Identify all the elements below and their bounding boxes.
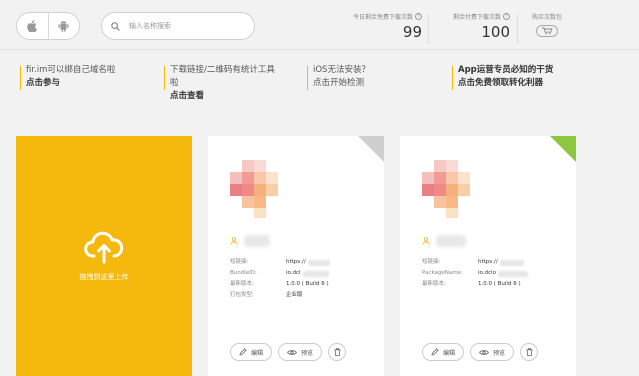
upload-label: 拖拽到这里上传	[79, 273, 129, 281]
pencil-icon	[239, 348, 247, 356]
promo-ops-tips[interactable]: App运营专员必知的干货 点击免费领取转化利器	[452, 64, 608, 90]
info-row: 最新版本: 1.0.0 ( Build 6 )	[422, 279, 528, 290]
preview-button[interactable]: 预览	[470, 343, 515, 361]
delete-button[interactable]	[520, 343, 539, 361]
owner-row	[422, 235, 466, 247]
paid-downloads-label: 剩余付费下载次数	[452, 14, 501, 21]
header-divider	[0, 49, 639, 50]
upload-dropzone[interactable]: 拖拽到这里上传	[16, 136, 192, 376]
eye-icon	[479, 349, 489, 355]
free-downloads-value: 99	[402, 23, 422, 41]
info-key: 短链接:	[230, 259, 249, 265]
user-icon	[230, 237, 238, 245]
edit-button[interactable]: 编辑	[230, 343, 273, 361]
delete-button[interactable]	[328, 343, 347, 361]
eye-icon	[287, 349, 297, 355]
promo-link-stats[interactable]: 下载链接/二维码有统计工具啦 点击查看	[164, 64, 282, 103]
info-row: 最新版本: 1.0.0 ( Build 6 )	[230, 279, 330, 290]
stat-divider	[517, 14, 518, 44]
owner-row	[230, 235, 270, 247]
info-row: PackageName: io.dclo	[422, 268, 528, 279]
latest-version: 1.0.0 ( Build 6 )	[286, 281, 329, 287]
search-icon	[111, 21, 120, 31]
android-filter-button[interactable]	[47, 13, 80, 39]
info-row: 短链接: https://	[422, 257, 528, 268]
info-row: BundleID: io.dcl	[230, 268, 330, 279]
free-downloads-stat: 今日剩余免费下载次数 ? 99	[340, 12, 422, 41]
trash-icon	[334, 348, 341, 356]
ios-filter-button[interactable]	[17, 13, 48, 39]
short-link[interactable]: https://	[286, 257, 306, 268]
help-icon[interactable]: ?	[415, 13, 422, 20]
buy-pack-label: 购买次数包	[531, 14, 562, 21]
bundle-id: io.dcl	[286, 270, 301, 276]
free-downloads-label: 今日剩余免费下载次数	[352, 14, 413, 21]
cloud-upload-icon	[84, 231, 124, 264]
app-info: 短链接: https:// PackageName: io.dclo 最新版本:…	[422, 257, 528, 290]
info-key: BundleID:	[230, 270, 257, 276]
owner-name	[436, 235, 466, 247]
app-card[interactable]: 短链接: https:// BundleID: io.dcl 最新版本: 1.0…	[208, 136, 384, 376]
platform-toggle	[16, 12, 80, 40]
user-icon	[422, 237, 430, 245]
app-icon[interactable]	[230, 160, 290, 220]
owner-name	[244, 235, 270, 247]
help-icon[interactable]: ?	[503, 13, 510, 20]
stat-divider	[428, 14, 429, 44]
info-key: 最新版本:	[230, 281, 254, 287]
apple-icon	[27, 20, 38, 32]
platform-corner	[358, 136, 384, 162]
android-icon	[58, 21, 69, 32]
info-key: 短链接:	[422, 259, 441, 265]
info-key: 最新版本:	[422, 281, 446, 287]
latest-version: 1.0.0 ( Build 6 )	[478, 281, 521, 287]
app-icon[interactable]	[422, 160, 482, 220]
info-key: 打包类型:	[230, 292, 254, 298]
short-link[interactable]: https://	[478, 257, 498, 268]
pencil-icon	[431, 348, 439, 356]
card-actions: 编辑 预览	[422, 343, 539, 361]
search-input[interactable]	[129, 22, 244, 30]
package-type: 企业版	[286, 292, 303, 298]
info-row: 短链接: https://	[230, 257, 330, 268]
promo-custom-domain[interactable]: fir.im可以绑自己域名啦 点击参与	[20, 64, 146, 90]
package-name: io.dclo	[478, 270, 496, 276]
paid-downloads-value: 100	[481, 23, 510, 41]
buy-pack[interactable]: 购买次数包	[528, 12, 566, 37]
card-actions: 编辑 预览	[230, 343, 347, 361]
search-box[interactable]	[101, 12, 255, 40]
platform-corner	[550, 136, 576, 162]
paid-downloads-stat: 剩余付费下载次数 ? 100	[434, 12, 510, 41]
edit-button[interactable]: 编辑	[422, 343, 465, 361]
cart-icon[interactable]	[536, 25, 558, 37]
app-card[interactable]: 短链接: https:// PackageName: io.dclo 最新版本:…	[400, 136, 576, 376]
info-row: 打包类型: 企业版	[230, 290, 330, 301]
preview-button[interactable]: 预览	[278, 343, 323, 361]
trash-icon	[526, 348, 533, 356]
promo-ios-check[interactable]: iOS无法安装？ 点击开始检测	[307, 64, 433, 90]
info-key: PackageName:	[422, 270, 463, 276]
app-info: 短链接: https:// BundleID: io.dcl 最新版本: 1.0…	[230, 257, 330, 301]
